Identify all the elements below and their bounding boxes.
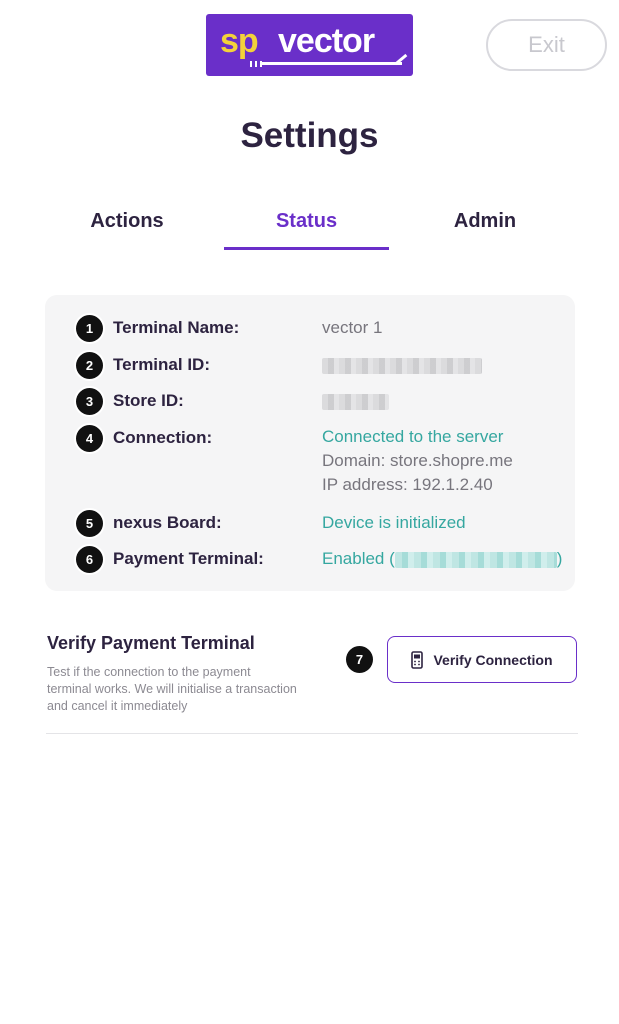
- connection-domain-text: Domain: store.shopre.me: [322, 451, 513, 470]
- connection-label: Connection:: [113, 428, 213, 447]
- tab-admin[interactable]: Admin: [410, 210, 560, 250]
- annotation-badge: 1: [76, 315, 103, 342]
- verify-connection-label: Verify Connection: [433, 651, 553, 668]
- terminal-name-value: vector 1: [322, 318, 383, 337]
- section-divider: [46, 733, 578, 734]
- payment-terminal-icon: [411, 650, 424, 669]
- connection-status-text: Connected to the server: [322, 427, 504, 446]
- annotation-badge: 4: [76, 425, 103, 452]
- store-id-label: Store ID:: [113, 391, 184, 410]
- terminal-id-value: [322, 355, 602, 375]
- connection-value: Connected to the server Domain: store.sh…: [322, 425, 602, 497]
- verify-section-description: Test if the connection to the payment te…: [47, 665, 297, 713]
- status-card: 1 Terminal Name: vector 1 2 Terminal ID:…: [45, 295, 575, 591]
- logo-underline: [262, 62, 402, 65]
- tab-actions[interactable]: Actions: [52, 210, 202, 250]
- tab-status[interactable]: Status: [224, 210, 389, 250]
- logo-sp-text: sp: [220, 22, 259, 60]
- exit-button[interactable]: Exit: [486, 19, 607, 71]
- verify-connection-button[interactable]: Verify Connection: [387, 636, 577, 683]
- nexus-board-label: nexus Board:: [113, 513, 222, 532]
- payment-terminal-close-paren: ): [556, 549, 563, 568]
- annotation-badge: 3: [76, 388, 103, 415]
- annotation-badge: 6: [76, 546, 103, 573]
- verify-section-title: Verify Payment Terminal: [47, 633, 255, 653]
- payment-terminal-label: Payment Terminal:: [113, 549, 264, 568]
- redacted-terminal-id: [322, 357, 482, 374]
- redacted-terminal-serial: [394, 551, 557, 568]
- payment-terminal-value: Enabled (): [322, 549, 602, 569]
- nexus-board-value: Device is initialized: [322, 513, 466, 532]
- annotation-badge: 2: [76, 352, 103, 379]
- payment-terminal-enabled-text: Enabled (: [322, 549, 395, 568]
- connection-ip-text: IP address: 192.1.2.40: [322, 475, 493, 494]
- page-title: Settings: [240, 116, 379, 155]
- sp-vector-logo: sp vector: [206, 14, 413, 76]
- redacted-store-id: [322, 393, 389, 410]
- terminal-id-label: Terminal ID:: [113, 355, 210, 374]
- terminal-name-label: Terminal Name:: [113, 318, 240, 337]
- annotation-badge: 5: [76, 510, 103, 537]
- annotation-badge: 7: [346, 646, 373, 673]
- store-id-value: [322, 391, 602, 411]
- logo-vector-text: vector: [278, 22, 375, 60]
